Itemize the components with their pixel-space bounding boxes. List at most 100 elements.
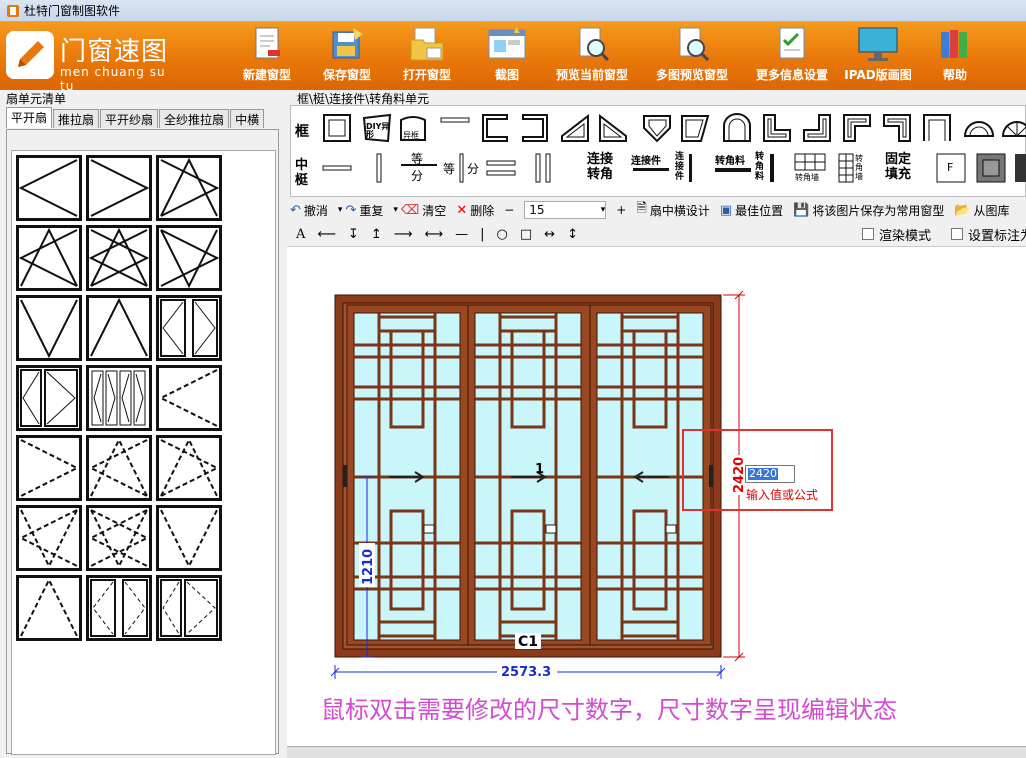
tab-mid-horizontal[interactable]: 中横 [230,109,265,128]
turn-material-vertical[interactable]: 转角料 [755,152,779,184]
dimension-edit-input[interactable]: 2420 [745,465,795,483]
tab-casement-screen[interactable]: 平开纱扇 [100,109,159,128]
fill-f-button[interactable]: F [935,152,967,184]
line-arrow-down-tool[interactable]: ↧ [348,227,359,242]
line-arrow-left-tool[interactable]: ⟵ [317,227,336,242]
turn-corner-wall[interactable]: 转角墙 [791,152,829,184]
h-dimension-tool[interactable]: ↔ [544,227,555,242]
delete-button[interactable]: ✕ 删除 [456,202,494,219]
sash-item[interactable] [86,365,152,431]
sash-item[interactable] [156,155,222,221]
frame-trapezoid-left-shape[interactable] [559,112,591,144]
frame-c-left-shape[interactable] [479,112,511,144]
frame-trapezoid-right-shape[interactable] [597,112,629,144]
preview-current-button[interactable]: 预览当前窗型 [548,24,636,88]
sash-item[interactable] [16,365,82,431]
screenshot-button[interactable]: 截图 [482,24,532,88]
clear-button[interactable]: ▾ ⌫ 清空 [393,202,446,219]
frame-r-corner-shape[interactable] [841,112,873,144]
line-tool[interactable]: — [455,227,468,242]
v-dimension-tool[interactable]: ↕ [567,227,578,242]
frame-c-right-shape[interactable] [519,112,551,144]
best-position-button[interactable]: ▣ 最佳位置 [720,202,783,219]
frame-door-shape[interactable] [921,112,953,144]
sash-item[interactable] [86,155,152,221]
frame-step-shape[interactable] [881,112,913,144]
value-spinner[interactable]: 15 ▾ [524,201,607,219]
readonly-checkbox[interactable]: 设置标注为只读 [950,225,1026,244]
fill-panel-button[interactable] [975,152,1007,184]
frame-corner-shape[interactable] [801,112,833,144]
sash-item[interactable] [86,295,152,361]
double-vertical-shape[interactable] [527,152,559,184]
mullion-horizontal-shape[interactable] [321,152,353,184]
sash-item[interactable] [16,505,82,571]
frame-l-shape[interactable] [761,112,793,144]
new-window-button[interactable]: 新建窗型 [236,24,298,88]
from-library-button[interactable]: 📂 从图库 [954,202,1009,219]
fill-louver-button[interactable] [1013,152,1026,184]
yikuang-shape[interactable]: 异框 [397,112,429,144]
sash-item[interactable] [86,435,152,501]
tab-casement-sash[interactable]: 平开扇 [6,107,53,128]
tab-full-screen-sliding[interactable]: 全纱推拉扇 [159,109,230,128]
connector-horizontal[interactable]: 连接件 [631,152,671,184]
width-dimension[interactable]: 2573.3 [501,665,551,680]
connect-turn-button[interactable]: 连接转角 [587,152,623,184]
text-tool[interactable]: A [296,227,305,242]
sash-item[interactable] [86,505,152,571]
sash-item[interactable] [156,365,222,431]
sash-item[interactable] [156,295,222,361]
frame-half-circle-shape[interactable] [963,112,995,144]
tab-sliding-sash[interactable]: 推拉扇 [53,109,100,128]
sash-mid-design-button[interactable]: 🗎 扇中横设计 [636,199,709,221]
render-mode-checkbox[interactable]: 渲染模式 [861,225,931,244]
increase-button[interactable]: + [616,203,626,217]
mullion-vertical-shape[interactable] [363,152,395,184]
sash-item[interactable] [156,575,222,641]
frame-pentagon-shape[interactable] [641,112,673,144]
turn-wall[interactable]: 转角墙 [837,152,873,184]
sash-item[interactable] [16,295,82,361]
sash-item[interactable] [86,225,152,291]
sub-height-dimension[interactable]: 1210 [361,549,376,585]
window-code[interactable]: C1 [518,634,538,650]
frame-rect-shape[interactable] [321,112,353,144]
turn-material-horizontal[interactable]: 转角料 [713,152,753,184]
more-settings-button[interactable]: 更多信息设置 [748,24,836,88]
sash-item[interactable] [16,435,82,501]
sash-item[interactable] [16,575,82,641]
save-window-button[interactable]: 保存窗型 [316,24,378,88]
preview-multi-button[interactable]: 多图预览窗型 [646,24,738,88]
save-common-button[interactable]: 💾 将该图片保存为常用窗型 [793,202,944,219]
undo-button[interactable]: ↶ 撤消 [290,202,328,219]
ipad-draw-button[interactable]: IPAD版画图 [840,24,916,88]
sash-item[interactable] [156,435,222,501]
sash-item[interactable] [86,575,152,641]
fixed-fill-button[interactable]: 固定填充 [885,152,919,184]
frame-slant-shape[interactable] [679,112,711,144]
open-window-button[interactable]: 打开窗型 [396,24,458,88]
connector-vertical[interactable]: 连接件 [675,152,695,184]
sash-item[interactable] [156,505,222,571]
equal-divide-vertical[interactable]: 等 分 [443,152,483,184]
rect-tool[interactable]: □ [520,227,532,242]
sash-item[interactable] [16,225,82,291]
decrease-button[interactable]: − [504,203,514,217]
frame-arch-shape[interactable] [721,112,753,144]
line-arrow-up-tool[interactable]: ↥ [371,227,382,242]
sash-item[interactable] [156,225,222,291]
diy-shape-button[interactable]: DIY异形 [361,112,393,144]
help-button[interactable]: 帮助 [932,24,978,88]
line-arrow-right-tool[interactable]: ⟶ [394,227,413,242]
double-horizontal-shape[interactable] [485,152,517,184]
equal-divide-horizontal[interactable]: 等 分 [399,150,439,183]
circle-tool[interactable]: ○ [497,227,508,242]
redo-button[interactable]: ▾ ↷ 重复 [338,202,383,219]
vertical-line-tool[interactable]: | [480,227,484,242]
drawing-canvas[interactable]: 1 C1 2573.3 1210 2420 2420 输入值或公式 鼠标双击需要… [287,246,1026,746]
sash-item[interactable] [16,155,82,221]
frame-top-line-shape[interactable] [439,112,471,144]
frame-fan-shape[interactable] [1001,112,1026,144]
line-double-tool[interactable]: ⟷ [424,227,443,242]
